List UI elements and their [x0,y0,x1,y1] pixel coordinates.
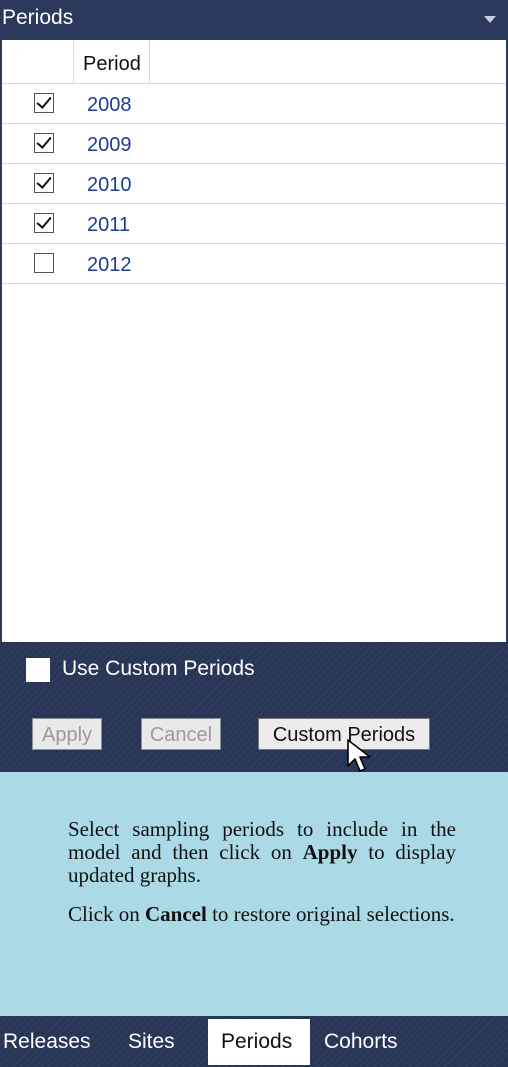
table-row[interactable]: 2010 [2,164,506,204]
help-text-cancel: Click on Cancel to restore original sele… [68,902,455,926]
panel-titlebar: Periods [0,0,508,40]
grid-header: Period [2,40,506,84]
cancel-button[interactable]: Cancel [141,718,221,750]
periods-grid: Period 2008 2009 2010 2011 2012 [0,40,508,642]
tab-cohorts[interactable]: Cohorts [324,1016,398,1067]
help-text-select: Select sampling periods to include in th… [68,817,456,887]
controls-bar: Use Custom Periods Apply Cancel Custom P… [0,642,508,772]
tab-sites[interactable]: Sites [128,1016,175,1067]
tab-periods[interactable]: Periods [208,1019,310,1065]
tab-releases[interactable]: Releases [3,1016,91,1067]
bottom-tabs: Releases Sites Periods Cohorts [0,1016,508,1067]
period-value: 2008 [87,94,132,116]
use-custom-periods-checkbox[interactable] [26,658,50,682]
table-row[interactable]: 2009 [2,124,506,164]
table-row[interactable]: 2012 [2,244,506,284]
period-checkbox[interactable] [34,253,54,273]
table-row[interactable]: 2011 [2,204,506,244]
table-row[interactable]: 2008 [2,84,506,124]
period-column-header[interactable]: Period [74,40,150,84]
period-value: 2011 [87,214,131,236]
panel-title: Periods [2,6,74,29]
check-column-header [2,40,74,84]
mouse-cursor-icon [347,739,371,772]
period-checkbox[interactable] [34,213,54,233]
period-checkbox[interactable] [34,173,54,193]
period-value: 2012 [87,254,132,276]
apply-button[interactable]: Apply [32,718,102,750]
custom-periods-button[interactable]: Custom Periods [258,718,430,750]
period-checkbox[interactable] [34,133,54,153]
period-checkbox[interactable] [34,93,54,113]
chevron-down-icon[interactable] [484,16,496,23]
periods-panel: Periods Period 2008 2009 2010 2011 2012 [0,0,508,1067]
help-panel: Select sampling periods to include in th… [0,772,508,1016]
use-custom-periods-label[interactable]: Use Custom Periods [62,657,255,681]
period-value: 2010 [87,174,132,196]
period-value: 2009 [87,134,132,156]
